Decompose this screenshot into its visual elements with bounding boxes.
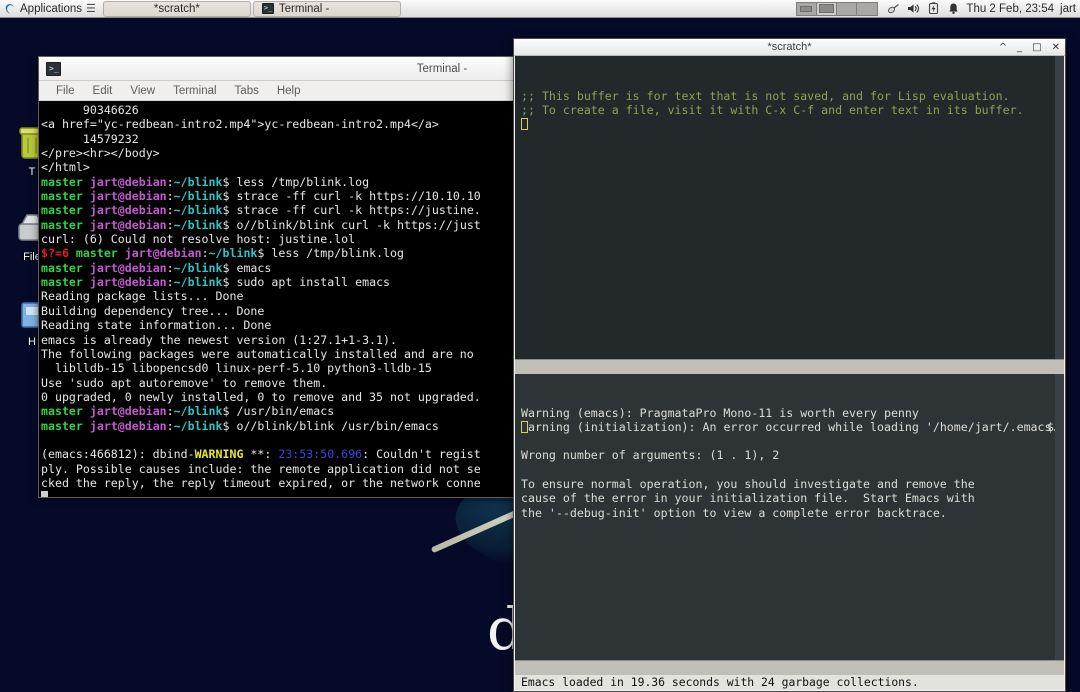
terminal-menu-help[interactable]: Help [268, 85, 310, 97]
terminal-line: 90346626 [41, 103, 139, 117]
emacs-window[interactable]: *scratch* ^ _ □ ✕ ;; This buffer is for … [513, 38, 1066, 692]
warning-line: Wrong number of arguments: (1 . 1), 2 [521, 448, 780, 463]
emacs-echo-area: Emacs loaded in 19.36 seconds with 24 ga… [515, 675, 1064, 690]
clock[interactable]: Thu 2 Feb, 23:54 [966, 3, 1060, 15]
terminal-line: $?=6 master jart@debian:~/blink$ less /t… [41, 246, 405, 261]
terminal-line: </html> [41, 160, 90, 175]
scratch-modeline: U:--- *scratch* All (4,0) (Lisp Interact… [515, 359, 1064, 389]
taskbar-item-terminal[interactable]: >_ Terminal - [252, 0, 401, 17]
scratch-scrollbar[interactable] [1055, 56, 1064, 359]
scratch-line: ;; This buffer is for text that is not s… [521, 88, 1010, 103]
terminal-line: Building dependency tree... Done [41, 303, 265, 318]
terminal-line: Reading package lists... Done [41, 289, 244, 304]
emacs-titlebar[interactable]: *scratch* ^ _ □ ✕ [514, 39, 1065, 56]
warnings-point-cursor [521, 420, 528, 433]
warnings-modeline: U:%*- *Warnings* All (2,0) (Special) [515, 660, 1064, 690]
terminal-line: master jart@debian:~/blink$ o//blink/bli… [41, 418, 439, 433]
warning-line: the '--debug-init' option to view a comp… [521, 505, 947, 520]
terminal-window-title: Terminal - [416, 62, 468, 75]
terminal-line: liblldb-15 libopencsd0 linux-perf-5.10 p… [41, 361, 432, 376]
workspace-4[interactable] [857, 2, 878, 15]
system-tray [881, 2, 966, 15]
terminal-line: 0 upgraded, 0 newly installed, 0 to remo… [41, 389, 481, 404]
warnings-scrollbar[interactable] [1055, 374, 1064, 660]
emacs-window-title: *scratch* [767, 41, 812, 53]
taskbar-item-scratch[interactable]: *scratch* [102, 0, 251, 17]
warning-line: cause of the error in your initializatio… [521, 491, 975, 506]
terminal-cursor [41, 490, 515, 497]
emacs-warnings-buffer[interactable]: Warning (emacs): PragmataPro Mono-11 is … [515, 374, 1064, 660]
scratch-line [521, 131, 1064, 145]
workspace-2[interactable] [817, 2, 838, 15]
workspace-switcher[interactable] [796, 1, 879, 16]
terminal-line: master jart@debian:~/blink$ o//blink/bli… [41, 217, 481, 232]
terminal-line: 14579232 [41, 131, 139, 146]
close-icon[interactable]: ✕ [1052, 42, 1060, 53]
terminal-menu-terminal[interactable]: Terminal [164, 85, 225, 97]
terminal-line: (emacs:466812): dbind-WARNING **: 23:53:… [41, 447, 481, 462]
terminal-titlebar[interactable]: >_ Terminal - [39, 57, 515, 81]
hamburger-icon: ☰ [86, 3, 96, 15]
terminal-line: The following packages were automaticall… [41, 346, 474, 361]
terminal-line: master jart@debian:~/blink$ strace -ff c… [41, 189, 481, 204]
terminal-line: curl: (6) Could not resolve host: justin… [41, 232, 356, 247]
minimize-icon[interactable]: _ [1017, 42, 1022, 53]
terminal-line: cked the reply, the reply timeout expire… [41, 475, 481, 490]
warning-line: To ensure normal operation, you should i… [521, 477, 975, 492]
terminal-line: emacs is already the newest version (1:2… [41, 332, 397, 347]
warning-line [521, 463, 1064, 477]
emacs-frame: ;; This buffer is for text that is not s… [514, 56, 1065, 691]
terminal-line: Reading state information... Done [41, 318, 272, 333]
user-menu[interactable]: jart [1060, 3, 1080, 15]
terminal-line: master jart@debian:~/blink$ less /tmp/bl… [41, 174, 370, 189]
terminal-line: Use 'sudo apt autoremove' to remove them… [41, 375, 328, 390]
bell-icon[interactable] [947, 2, 960, 15]
battery-icon[interactable] [927, 2, 940, 15]
terminal-menu-tabs[interactable]: Tabs [226, 85, 268, 97]
mouse-icon[interactable] [887, 2, 900, 15]
debian-logo-icon [4, 3, 16, 15]
terminal-line: master jart@debian:~/blink$ sudo apt ins… [41, 275, 391, 290]
terminal-line: master jart@debian:~/blink$ /usr/bin/ema… [41, 404, 335, 419]
emacs-scratch-buffer[interactable]: ;; This buffer is for text that is not s… [515, 56, 1064, 359]
warning-line [521, 434, 1064, 448]
workspace-1[interactable] [797, 2, 818, 15]
shade-icon[interactable]: ^ [999, 42, 1007, 53]
terminal-menu-edit[interactable]: Edit [84, 85, 122, 97]
maximize-icon[interactable]: □ [1032, 42, 1041, 53]
scratch-point-cursor [521, 118, 528, 131]
terminal-line: </pre><hr></body> [41, 146, 160, 161]
terminal-line: <a href="yc-redbean-intro2.mp4">yc-redbe… [41, 117, 439, 132]
terminal-menu-file[interactable]: File [47, 85, 84, 97]
workspace-3[interactable] [837, 2, 858, 15]
warning-line: Warning (emacs): PragmataPro Mono-11 is … [521, 405, 919, 420]
top-panel: Applications ☰ *scratch* >_ Terminal - T… [0, 0, 1080, 18]
line-truncation-marker: $ [1047, 419, 1054, 434]
applications-menu-label: Applications [20, 2, 83, 15]
applications-menu-button[interactable]: Applications ☰ [0, 0, 102, 18]
taskbar-item-terminal-label: Terminal - [278, 2, 330, 15]
terminal-window[interactable]: >_ Terminal - File Edit View Terminal Ta… [38, 56, 516, 498]
scratch-line [521, 117, 1064, 131]
terminal-menu-view[interactable]: View [121, 85, 164, 97]
warning-line: arning (initialization): An error occurr… [521, 420, 1064, 434]
volume-icon[interactable] [907, 2, 920, 15]
terminal-output[interactable]: 90346626 <a href="yc-redbean-intro2.mp4">… [39, 101, 515, 497]
taskbar-item-scratch-label: *scratch* [153, 2, 200, 15]
terminal-line: ply. Possible causes include: the remote… [41, 461, 481, 476]
terminal-line: master jart@debian:~/blink$ emacs [41, 260, 272, 275]
terminal-icon: >_ [261, 3, 274, 14]
terminal-line: master jart@debian:~/blink$ strace -ff c… [41, 203, 481, 218]
scratch-line: ;; To create a file, visit it with C-x C… [521, 102, 1024, 117]
terminal-menubar: File Edit View Terminal Tabs Help [39, 81, 515, 101]
